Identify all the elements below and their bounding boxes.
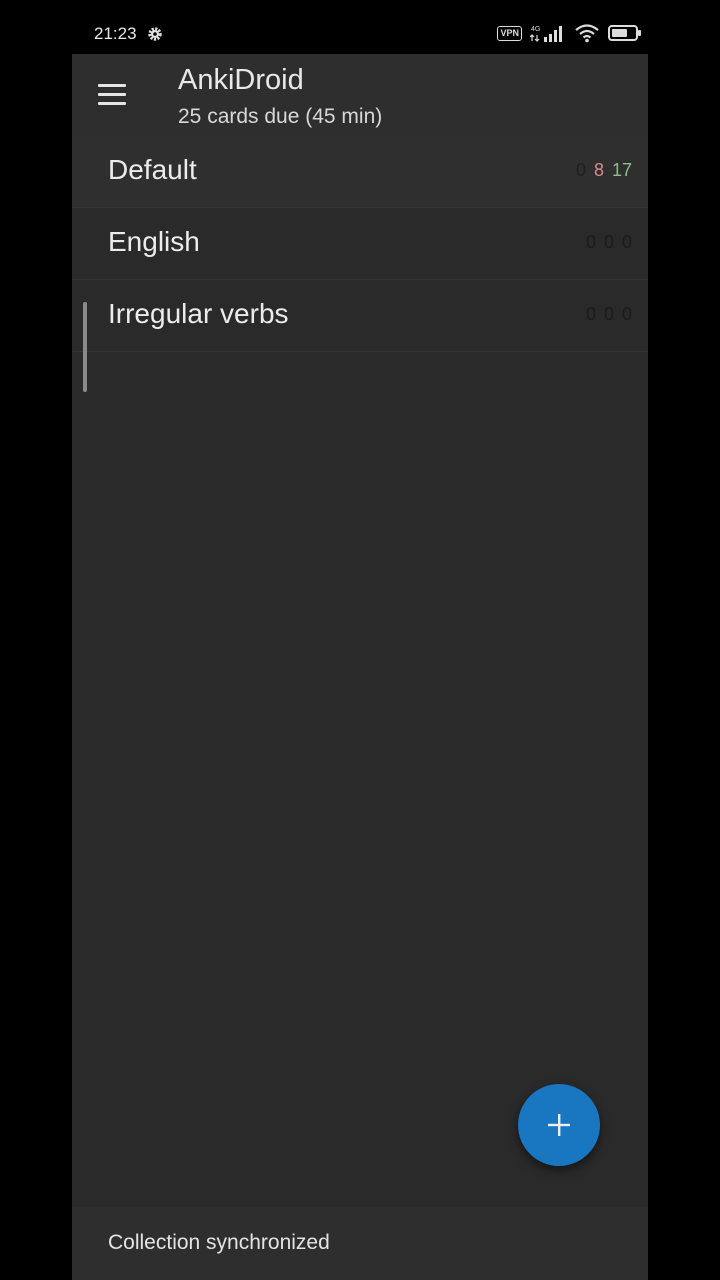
review-count: 0	[621, 232, 632, 252]
snackbar-message: Collection synchronized	[108, 1231, 330, 1254]
scrollbar[interactable]	[83, 302, 87, 392]
status-time: 21:23	[94, 24, 137, 43]
battery-icon	[608, 25, 641, 41]
learn-count: 0	[603, 304, 614, 324]
snackbar: Collection synchronized	[72, 1207, 648, 1280]
deck-counts: 0 8 17	[576, 160, 632, 181]
deck-row-default[interactable]: Default 0 8 17	[72, 136, 648, 208]
review-count: 17	[611, 160, 632, 180]
wifi-icon	[575, 24, 599, 43]
deck-row-irregular-verbs[interactable]: Irregular verbs 0 0 0	[72, 280, 648, 352]
hamburger-menu-icon[interactable]	[98, 84, 128, 106]
new-count: 0	[575, 160, 586, 180]
learn-count: 8	[593, 160, 604, 180]
new-count: 0	[585, 232, 596, 252]
learn-count: 0	[603, 232, 614, 252]
app-title: AnkiDroid	[178, 64, 304, 96]
settings-icon	[148, 27, 162, 41]
deck-list: Default 0 8 17 English 0 0 0 Irregular v…	[72, 136, 648, 352]
network-type-label: 4G	[531, 26, 540, 33]
new-count: 0	[585, 304, 596, 324]
status-bar: 21:23 VPN 4G	[72, 0, 648, 54]
add-button[interactable]	[518, 1084, 600, 1166]
vpn-icon: VPN	[497, 25, 522, 41]
deck-counts: 0 0 0	[586, 232, 632, 253]
status-icons: VPN 4G	[497, 22, 642, 44]
deck-name: Irregular verbs	[108, 298, 289, 329]
deck-row-english[interactable]: English 0 0 0	[72, 208, 648, 280]
signal-icon: 4G	[530, 26, 562, 42]
review-count: 0	[621, 304, 632, 324]
deck-name: English	[108, 226, 200, 257]
plus-icon	[548, 1114, 570, 1136]
deck-counts: 0 0 0	[586, 304, 632, 325]
app-screen: AnkiDroid 25 cards due (45 min) Default …	[72, 54, 648, 1280]
deck-name: Default	[108, 154, 197, 185]
toolbar: AnkiDroid 25 cards due (45 min)	[72, 54, 648, 136]
due-summary: 25 cards due (45 min)	[178, 105, 383, 128]
